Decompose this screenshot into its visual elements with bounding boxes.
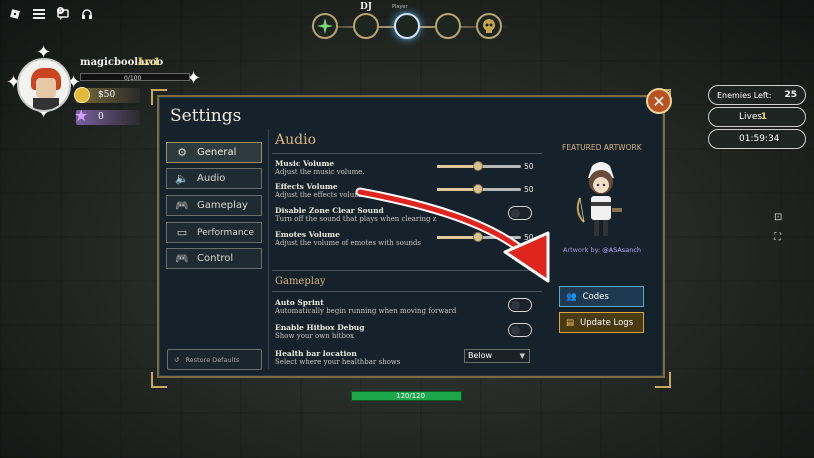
health-bar: 120/120 bbox=[351, 391, 462, 401]
annotation-arrow bbox=[355, 187, 550, 283]
health-text: 120/120 bbox=[396, 392, 426, 400]
